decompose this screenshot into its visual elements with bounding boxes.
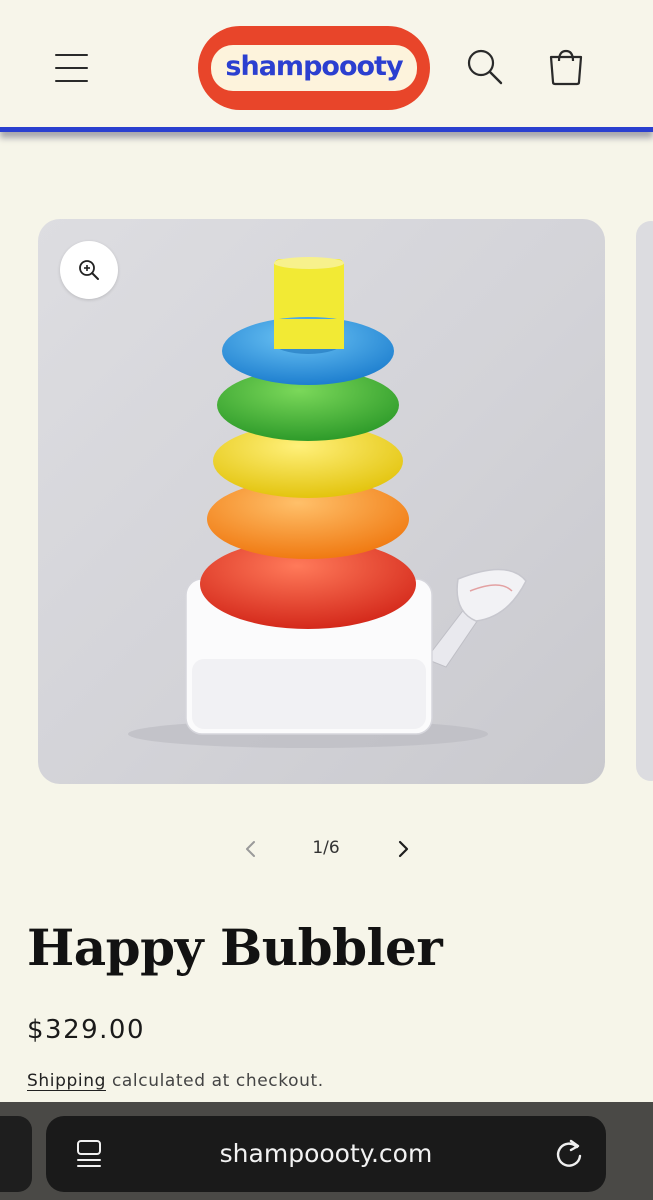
chevron-left-icon[interactable] (238, 836, 264, 862)
chevron-right-icon[interactable] (390, 836, 416, 862)
shipping-note-text: calculated at checkout. (105, 1071, 324, 1091)
next-product-image[interactable] (636, 221, 653, 781)
shipping-note: Shipping calculated at checkout. (27, 1071, 324, 1091)
product-gallery (0, 137, 653, 817)
logo-text: shampoooty (225, 51, 403, 82)
shipping-link[interactable]: Shipping (27, 1071, 106, 1091)
address-bar[interactable]: shampoooty.com (46, 1116, 606, 1192)
reload-icon[interactable] (552, 1136, 586, 1172)
product-image[interactable] (38, 219, 605, 784)
hamburger-menu-icon[interactable] (52, 50, 92, 86)
search-icon[interactable] (465, 46, 505, 88)
url-text[interactable]: shampoooty.com (46, 1116, 606, 1192)
shampoooty-logo[interactable]: shampoooty (198, 26, 430, 110)
previous-tab[interactable] (0, 1116, 32, 1192)
product-price: $329.00 (27, 1015, 146, 1045)
zoom-in-icon[interactable] (60, 241, 118, 299)
cart-icon[interactable] (546, 46, 586, 88)
product-title: Happy Bubbler (27, 918, 443, 977)
product-image-illustration (128, 257, 527, 748)
browser-toolbar: shampoooty.com (0, 1102, 653, 1200)
site-header: shampoooty (0, 0, 653, 132)
gallery-pager: 1/6 (0, 832, 653, 866)
gallery-page-count: 1/6 (312, 838, 340, 858)
